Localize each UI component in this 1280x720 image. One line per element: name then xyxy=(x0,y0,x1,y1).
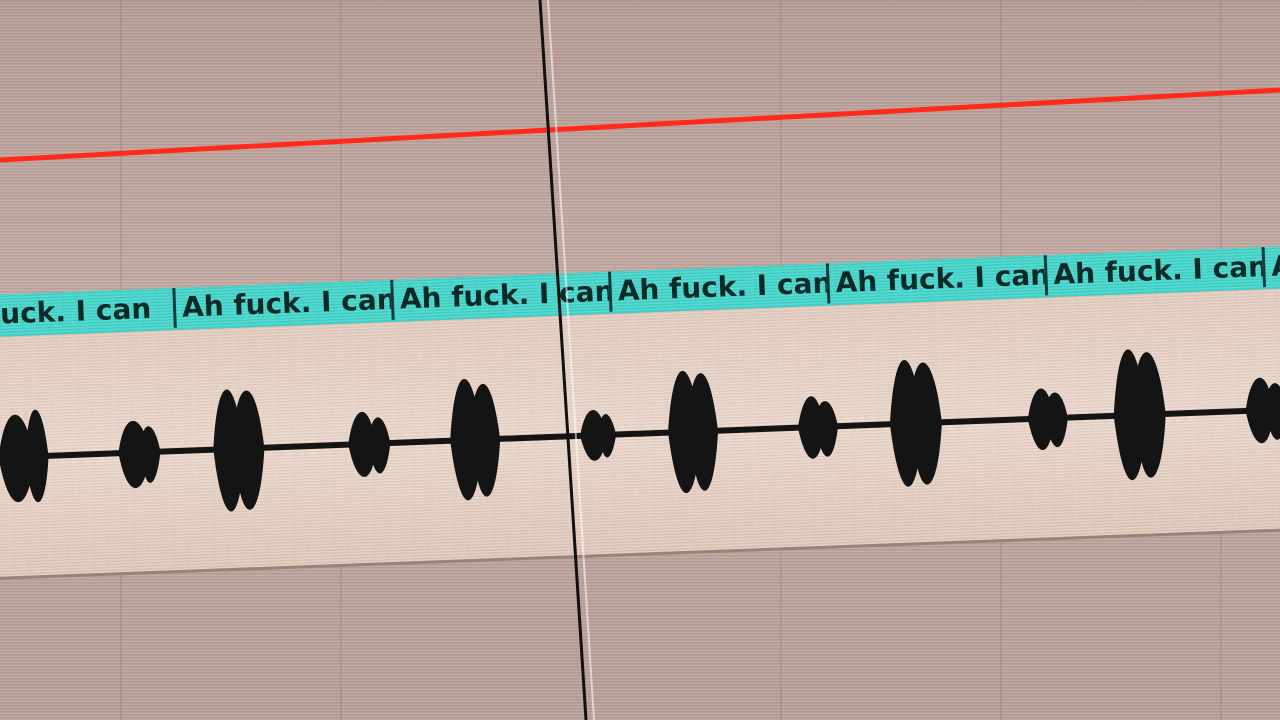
audio-region-label[interactable]: Ah fuck. I can xyxy=(825,255,1046,304)
daw-arrange-window: uck. I can Ah fuck. I can Ah fuck. I can… xyxy=(0,0,1280,720)
audio-track-lane: uck. I can Ah fuck. I can Ah fuck. I can… xyxy=(0,178,1280,581)
audio-region-label[interactable]: Ah fuck. I can xyxy=(390,271,610,320)
audio-region-label[interactable]: Ah fuck. I can xyxy=(1261,239,1280,288)
audio-region-label[interactable]: uck. I can xyxy=(0,288,174,335)
audio-region-label[interactable]: Ah fuck. I can xyxy=(172,279,392,329)
audio-region-label[interactable]: Ah fuck. I can xyxy=(608,263,828,312)
audio-waveform xyxy=(0,349,1280,512)
audio-region-label[interactable]: Ah fuck. I can xyxy=(1043,247,1264,296)
